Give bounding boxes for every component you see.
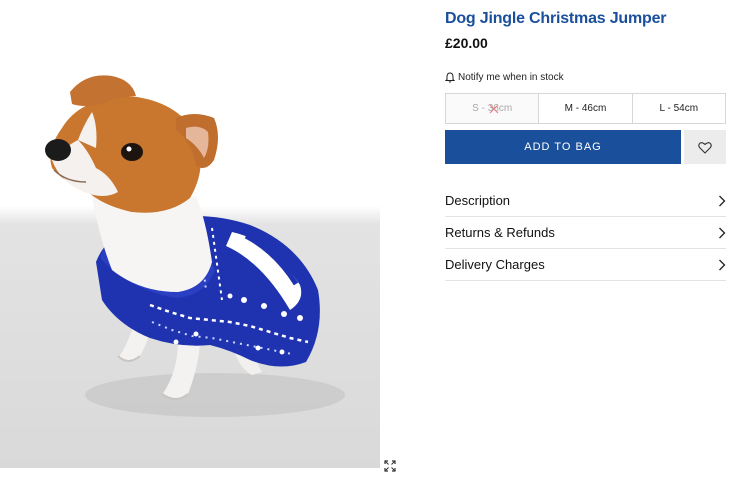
notify-me-label: Notify me when in stock: [458, 72, 564, 83]
product-accordion: Description Returns & Refunds Delivery C…: [445, 185, 726, 281]
bell-icon: [445, 72, 455, 83]
accordion-description[interactable]: Description: [445, 185, 726, 217]
dog-in-jumper-illustration: [45, 75, 345, 417]
heart-icon: [698, 141, 712, 154]
notify-me-link[interactable]: Notify me when in stock: [445, 72, 564, 83]
wishlist-button[interactable]: [684, 130, 726, 164]
size-selector: S - 36cm M - 46cm L - 54cm: [445, 93, 726, 124]
size-option-m[interactable]: M - 46cm: [539, 94, 633, 123]
chevron-right-icon: [719, 195, 726, 206]
product-title: Dog Jingle Christmas Jumper: [445, 10, 667, 27]
accordion-returns-refunds[interactable]: Returns & Refunds: [445, 217, 726, 249]
expand-icon: [384, 460, 396, 472]
size-option-s[interactable]: S - 36cm: [446, 94, 540, 123]
add-to-bag-button[interactable]: ADD TO BAG: [445, 130, 681, 164]
unavailable-cross-icon: [489, 104, 499, 114]
size-label-m: M - 46cm: [564, 103, 607, 114]
expand-image-button[interactable]: [382, 458, 398, 474]
product-price: £20.00: [445, 35, 488, 51]
product-image: [0, 0, 380, 468]
chevron-right-icon: [719, 259, 726, 270]
size-option-l[interactable]: L - 54cm: [633, 94, 725, 123]
accordion-delivery-charges[interactable]: Delivery Charges: [445, 249, 726, 281]
size-label-l: L - 54cm: [659, 103, 699, 114]
accordion-label-delivery: Delivery Charges: [445, 257, 545, 272]
accordion-label-returns: Returns & Refunds: [445, 225, 555, 240]
chevron-right-icon: [719, 227, 726, 238]
accordion-label-description: Description: [445, 193, 511, 208]
